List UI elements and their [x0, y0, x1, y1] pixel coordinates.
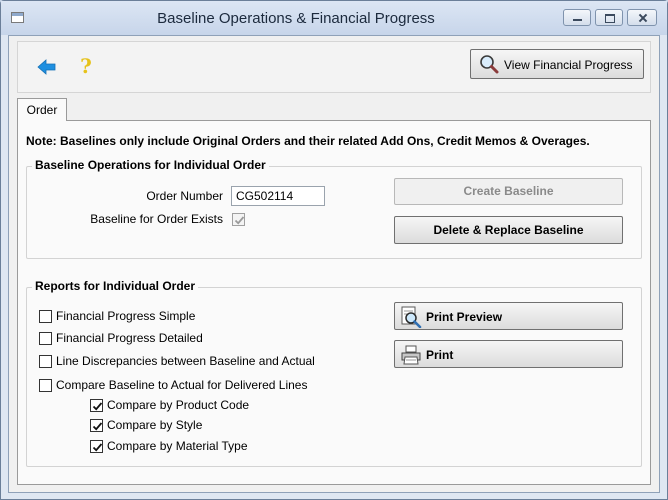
tab-order[interactable]: Order [17, 98, 67, 121]
compare-by-material-type-label: Compare by Material Type [107, 439, 248, 453]
close-button[interactable] [627, 9, 657, 26]
order-tab-panel: Note: Baselines only include Original Or… [17, 120, 651, 485]
print-preview-button[interactable]: Print Preview [394, 302, 623, 330]
financial-progress-simple-label: Financial Progress Simple [56, 309, 196, 323]
maximize-button[interactable] [595, 9, 623, 26]
reports-title: Reports for Individual Order [32, 279, 199, 293]
line-discrepancies-label: Line Discrepancies between Baseline and … [56, 354, 315, 368]
back-arrow-icon[interactable] [36, 56, 58, 78]
window-title: Baseline Operations & Financial Progress [157, 10, 435, 27]
help-question-icon[interactable]: ? [76, 53, 96, 79]
checkmark-icon [92, 443, 103, 452]
checkmark-icon [92, 422, 103, 431]
baseline-operations-group: Baseline Operations for Individual Order… [26, 158, 642, 259]
printer-icon [401, 345, 421, 365]
toolbar: ? View Financial Progress [17, 41, 651, 93]
baseline-exists-label: Baseline for Order Exists [90, 212, 223, 226]
create-baseline-button[interactable]: Create Baseline [394, 178, 623, 205]
baseline-exists-checkbox[interactable] [232, 213, 245, 226]
title-bar[interactable]: Baseline Operations & Financial Progress [1, 1, 667, 35]
delete-replace-baseline-button[interactable]: Delete & Replace Baseline [394, 216, 623, 244]
compare-by-style-label: Compare by Style [107, 418, 203, 432]
print-button[interactable]: Print [394, 340, 623, 368]
compare-baseline-delivered-checkbox[interactable] [39, 379, 52, 392]
financial-progress-simple-checkbox[interactable] [39, 310, 52, 323]
print-label: Print [426, 348, 454, 362]
financial-progress-detailed-checkbox[interactable] [39, 332, 52, 345]
compare-by-product-code-label: Compare by Product Code [107, 398, 250, 412]
compare-baseline-delivered-label: Compare Baseline to Actual for Delivered… [56, 378, 308, 392]
view-financial-progress-label: View Financial Progress [504, 58, 633, 72]
order-number-input[interactable] [231, 186, 325, 206]
checkmark-icon [234, 216, 245, 225]
client-area: ? View Financial Progress Order Note: Ba… [8, 35, 660, 493]
app-window: Baseline Operations & Financial Progress… [0, 0, 668, 500]
compare-by-style-checkbox[interactable] [90, 419, 103, 432]
compare-by-product-code-checkbox[interactable] [90, 399, 103, 412]
order-number-label: Order Number [146, 189, 223, 203]
financial-progress-detailed-label: Financial Progress Detailed [56, 331, 203, 345]
minimize-button[interactable] [563, 9, 591, 26]
baseline-operations-title: Baseline Operations for Individual Order [32, 158, 269, 172]
print-preview-icon [401, 306, 422, 328]
view-financial-progress-button[interactable]: View Financial Progress [470, 49, 644, 79]
reports-group: Reports for Individual Order Financial P… [26, 279, 642, 467]
baseline-note: Note: Baselines only include Original Or… [26, 134, 590, 148]
compare-by-material-type-checkbox[interactable] [90, 440, 103, 453]
magnifier-icon [480, 55, 499, 74]
line-discrepancies-checkbox[interactable] [39, 355, 52, 368]
print-preview-label: Print Preview [426, 310, 503, 324]
checkmark-icon [92, 402, 103, 411]
